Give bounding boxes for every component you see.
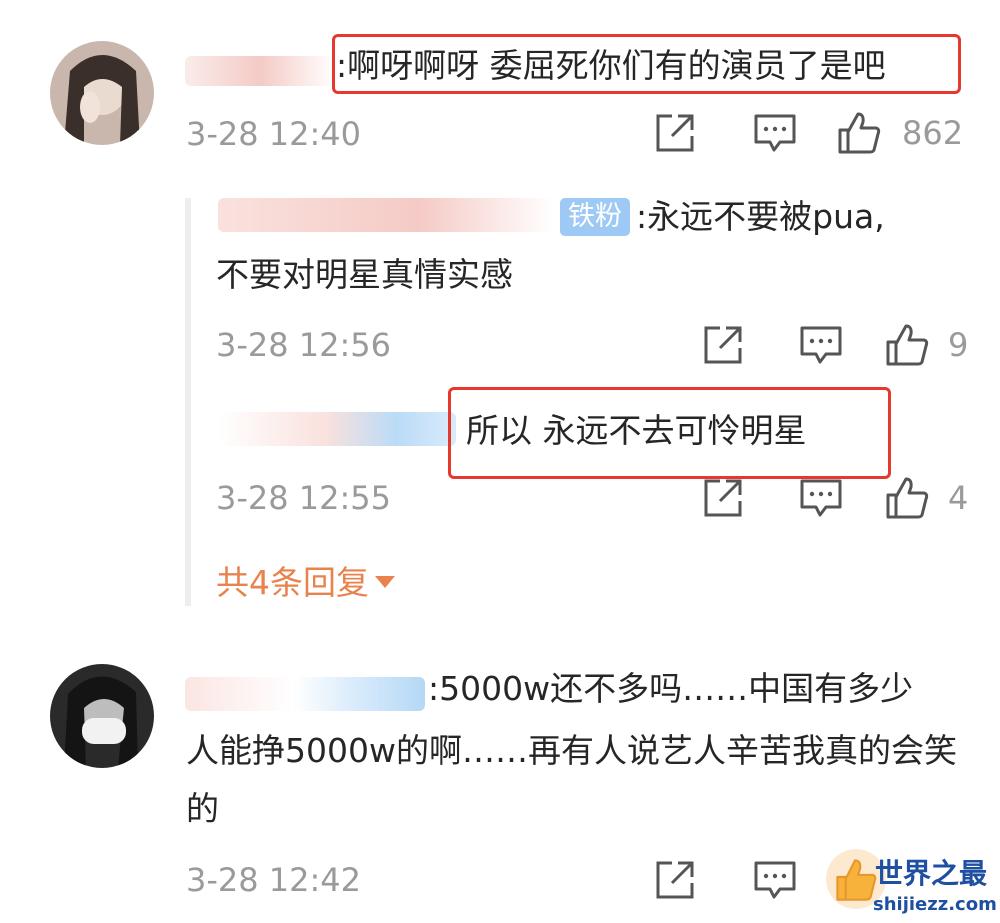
username-redacted <box>185 56 335 86</box>
timestamp: 3-28 12:42 <box>186 861 362 899</box>
like-count: 9 <box>948 326 969 364</box>
username-redacted <box>218 412 456 446</box>
reply-actions: 4 <box>700 475 968 521</box>
watermark-title: 世界之最 <box>875 857 988 890</box>
share-icon[interactable] <box>700 475 746 521</box>
avatar[interactable] <box>50 664 154 768</box>
comment-actions: 862 <box>652 110 963 156</box>
share-icon[interactable] <box>652 110 698 156</box>
username-redacted <box>185 677 425 711</box>
caret-down-icon <box>375 576 395 588</box>
comment-icon[interactable] <box>752 110 798 156</box>
comment-icon[interactable] <box>752 857 798 903</box>
comment-icon[interactable] <box>798 322 844 368</box>
share-icon[interactable] <box>700 322 746 368</box>
like-count: 862 <box>902 114 964 152</box>
comment-actions <box>652 857 798 903</box>
comment-text: 人能挣5000w的啊……再有人说艺人辛苦我真的会笑的 <box>186 731 957 828</box>
reply-thread-divider <box>185 198 191 606</box>
reply-text-line2: 不要对明星真情实感 <box>216 255 513 294</box>
watermark-url: shijiezz.com <box>873 894 997 915</box>
comment-icon[interactable] <box>798 475 844 521</box>
reply-text-line1: :永远不要被pua, <box>636 197 885 236</box>
fan-badge: 铁粉 <box>560 198 630 236</box>
reply-actions: 9 <box>700 322 968 368</box>
like-icon[interactable] <box>884 475 930 521</box>
more-replies-label: 共4条回复 <box>216 563 369 602</box>
highlight-box <box>332 34 961 94</box>
timestamp: 3-28 12:56 <box>216 326 392 364</box>
like-icon[interactable] <box>836 110 882 156</box>
avatar[interactable] <box>50 41 154 145</box>
highlight-box <box>448 387 891 479</box>
username-redacted <box>218 198 554 232</box>
comment-text-line1: :5000w还不多吗……中国有多少 <box>428 669 914 708</box>
share-icon[interactable] <box>652 857 698 903</box>
watermark: 世界之最 shijiezz.com <box>825 848 1000 923</box>
more-replies-link[interactable]: 共4条回复 <box>216 560 395 606</box>
like-icon[interactable] <box>884 322 930 368</box>
like-count: 4 <box>948 479 969 517</box>
reply-text: 铁粉:永远不要被pua, <box>560 188 885 246</box>
timestamp: 3-28 12:55 <box>216 479 392 517</box>
timestamp: 3-28 12:40 <box>186 115 362 153</box>
